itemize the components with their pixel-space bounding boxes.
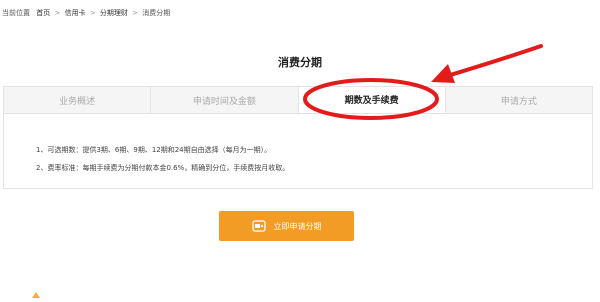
tab-bar: 业务概述 申请时间及金额 期数及手续费 申请方式	[3, 86, 593, 114]
tab-application-time-amount[interactable]: 申请时间及金额	[151, 87, 299, 113]
apply-installment-button[interactable]: 立即申请分期	[219, 211, 354, 241]
content-line-fee-rate: 2、费率标准：每期手续费为分期付款本金0.6%，精确到分位，手续费按月收取。	[36, 164, 290, 172]
apply-installment-label: 立即申请分期	[273, 221, 322, 231]
breadcrumb-item-credit-card[interactable]: 信用卡	[65, 9, 86, 17]
breadcrumb-item-home[interactable]: 首页	[36, 9, 50, 17]
breadcrumb: 当前位置 首页 > 信用卡 > 分期理财 > 消费分期	[2, 8, 170, 18]
content-line-periods: 1、可选期数：提供3期、6期、9期、12期和24期自由选择（每月为一期）。	[36, 146, 272, 154]
breadcrumb-separator: >	[54, 9, 61, 17]
tab-content-panel: 1、可选期数：提供3期、6期、9期、12期和24期自由选择（每月为一期）。 2、…	[3, 113, 593, 189]
tab-application-method[interactable]: 申请方式	[446, 87, 592, 113]
breadcrumb-prefix: 当前位置	[2, 9, 30, 17]
breadcrumb-separator: >	[132, 9, 139, 17]
breadcrumb-item-installment[interactable]: 分期理财	[100, 9, 128, 17]
tab-overview[interactable]: 业务概述	[4, 87, 152, 113]
tab-periods-fees[interactable]: 期数及手续费	[298, 87, 446, 113]
card-icon	[251, 220, 266, 232]
breadcrumb-item-current: 消费分期	[142, 9, 171, 17]
decorative-icon	[32, 283, 40, 298]
page-title: 消费分期	[278, 56, 322, 69]
breadcrumb-separator: >	[89, 9, 96, 17]
